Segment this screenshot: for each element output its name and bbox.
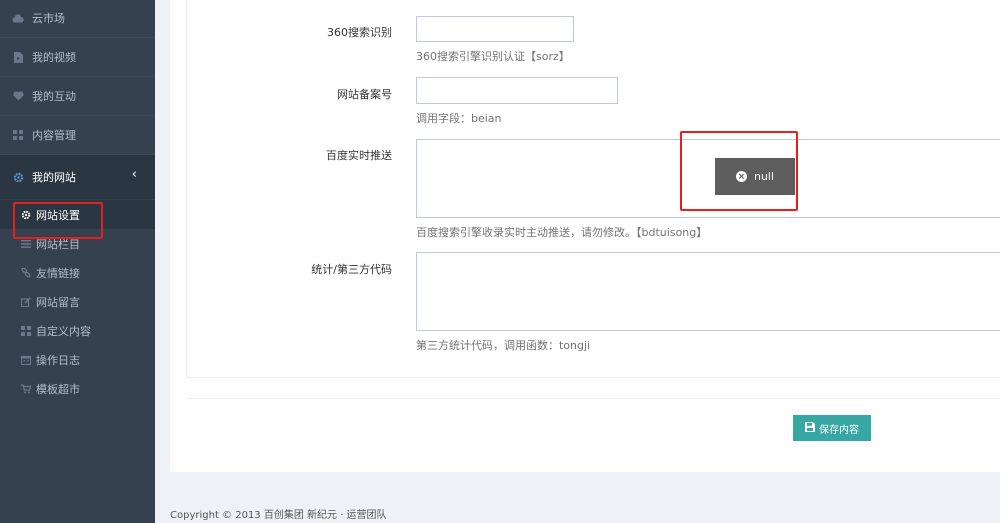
sidebar-item-label: 我的网站	[32, 171, 76, 184]
sidebar-subitem-label: 自定义内容	[36, 324, 91, 338]
sidebar-subitem-label: 操作日志	[36, 353, 80, 367]
360-search-input[interactable]	[416, 16, 574, 42]
cloud-icon	[12, 12, 24, 24]
gear-icon	[12, 171, 24, 183]
sidebar-item-label: 云市场	[32, 12, 65, 25]
edit-icon	[20, 296, 31, 307]
sidebar-item-my-videos[interactable]: 我的视频	[0, 38, 155, 77]
grid-icon	[20, 325, 31, 336]
save-button[interactable]: 保存内容	[793, 415, 871, 441]
list-icon	[20, 239, 31, 248]
field-label-360-search: 360搜索识别	[327, 26, 392, 39]
file-video-icon	[12, 51, 24, 63]
highlight-box-toast	[680, 131, 798, 211]
sidebar-subitem-template-market[interactable]: 模板超市	[0, 374, 155, 403]
sidebar-subitem-label: 友情链接	[36, 266, 80, 280]
grid-icon	[12, 129, 24, 141]
sidebar-subitem-friend-links[interactable]: 友情链接	[0, 258, 155, 287]
sidebar-subitem-label: 网站留言	[36, 295, 80, 309]
sidebar-item-label: 内容管理	[32, 129, 76, 142]
sidebar-item-cloud-market[interactable]: 云市场	[0, 0, 155, 38]
sidebar-item-my-website[interactable]: 我的网站 ‹	[0, 155, 155, 199]
field-label-icp-number: 网站备案号	[337, 88, 392, 101]
sidebar-subitem-site-messages[interactable]: 网站留言	[0, 287, 155, 316]
sidebar-subitem-custom-content[interactable]: 自定义内容	[0, 316, 155, 345]
field-label-baidu-push: 百度实时推送	[326, 149, 392, 162]
link-icon	[20, 267, 31, 278]
field-help-baidu-push: 百度搜索引擎收录实时主动推送，请勿修改。【bdtuisong】	[416, 226, 708, 239]
sidebar-item-label: 我的互动	[32, 90, 76, 103]
sidebar-item-my-interaction[interactable]: 我的互动	[0, 77, 155, 116]
sidebar-subitem-operation-log[interactable]: 操作日志	[0, 345, 155, 374]
heart-icon	[12, 90, 24, 102]
cart-icon	[20, 383, 31, 394]
third-party-code-textarea[interactable]	[416, 252, 1000, 331]
footer-copyright: Copyright © 2013 百创集团 新纪元 · 运营团队	[170, 510, 387, 521]
sidebar-item-label: 我的视频	[32, 51, 76, 64]
icp-number-input[interactable]	[416, 77, 618, 104]
chevron-left-icon: ‹	[131, 167, 137, 182]
sidebar-subitem-label: 模板超市	[36, 382, 80, 396]
field-label-third-party-code: 统计/第三方代码	[311, 263, 392, 276]
field-help-third-party-code: 第三方统计代码，调用函数：tongji	[416, 339, 591, 352]
sidebar: 云市场 我的视频 我的互动 内容管理 我的网站 ‹ 网站设置 网站栏目 友情链接…	[0, 0, 155, 523]
calendar-icon	[20, 355, 31, 365]
form-divider	[186, 398, 1000, 399]
save-icon	[805, 421, 815, 435]
field-help-360-search: 360搜索引擎识别认证【sorz】	[416, 50, 570, 63]
save-button-label: 保存内容	[819, 424, 859, 436]
field-help-icp-number: 调用字段：beian	[416, 112, 502, 125]
sidebar-item-content-management[interactable]: 内容管理	[0, 116, 155, 155]
highlight-box-site-settings	[13, 202, 103, 239]
